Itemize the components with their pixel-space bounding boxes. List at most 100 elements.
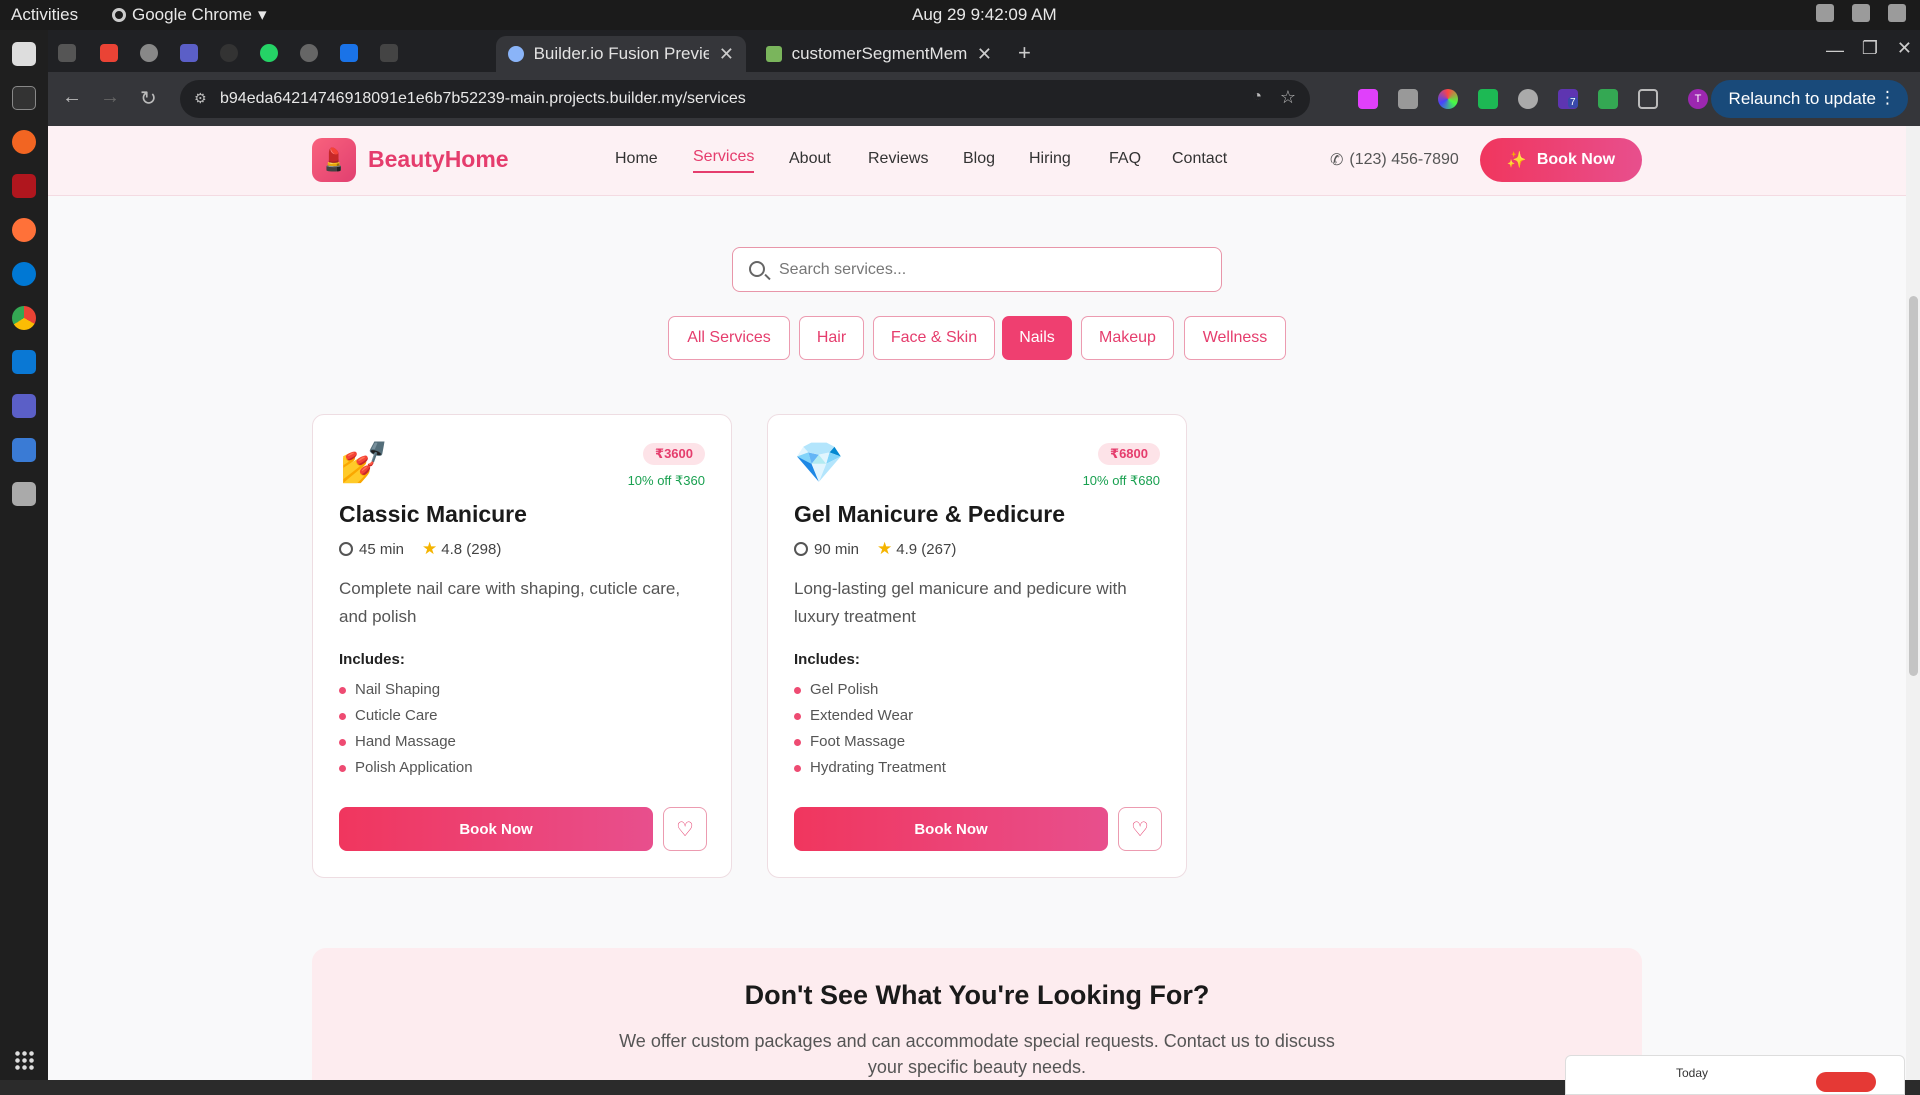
pinned-tab[interactable] — [300, 44, 318, 62]
power-icon[interactable] — [1888, 4, 1906, 22]
close-icon[interactable]: ✕ — [719, 44, 734, 65]
forward-icon[interactable]: → — [100, 86, 120, 109]
tab-favicon — [508, 46, 524, 62]
back-icon[interactable]: ← — [62, 86, 82, 109]
color-extension-icon[interactable] — [1438, 89, 1458, 109]
heart-icon[interactable]: ♡ — [1118, 807, 1162, 851]
nav-home[interactable]: Home — [615, 150, 658, 168]
duration: 90 min — [794, 541, 859, 558]
book-now-button[interactable]: Book Now — [794, 807, 1108, 851]
skype-icon[interactable] — [12, 262, 36, 286]
filter-wellness[interactable]: Wellness — [1184, 316, 1286, 360]
discount-text: 10% off ₹680 — [1082, 473, 1160, 488]
profile-avatar[interactable]: T — [1688, 89, 1708, 109]
nav-hiring[interactable]: Hiring — [1029, 150, 1071, 168]
close-window-icon[interactable]: ✕ — [1897, 38, 1912, 59]
activities-button[interactable]: Activities — [11, 5, 78, 25]
clock[interactable]: Aug 29 9:42:09 AM — [912, 5, 1057, 25]
service-meta: 45 min ★ 4.8 (298) — [339, 539, 501, 559]
camera-extension-icon[interactable] — [1398, 89, 1418, 109]
pinned-tab-whatsapp[interactable] — [260, 44, 278, 62]
service-description: Long-lasting gel manicure and pedicure w… — [794, 579, 1127, 626]
files-icon[interactable] — [12, 42, 36, 66]
star-icon: ★ — [877, 539, 893, 558]
site-info-icon[interactable]: ⚙ — [194, 90, 207, 107]
teams-icon[interactable] — [12, 394, 36, 418]
vscode-icon[interactable] — [12, 350, 36, 374]
includes-list: Gel Polish Extended Wear Foot Massage Hy… — [794, 681, 946, 785]
notification-popup[interactable]: Today — [1565, 1055, 1905, 1095]
more-menu-icon[interactable]: ⋮ — [1879, 88, 1896, 108]
extension-icon[interactable] — [1358, 89, 1378, 109]
book-now-button[interactable]: Book Now — [339, 807, 653, 851]
filter-hair[interactable]: Hair — [799, 316, 864, 360]
new-tab-icon[interactable]: + — [1018, 40, 1031, 66]
extension-icon[interactable] — [1478, 89, 1498, 109]
chrome-dock-icon[interactable] — [12, 306, 36, 330]
pinned-tab-docs[interactable] — [340, 44, 358, 62]
filter-all-services[interactable]: All Services — [668, 316, 790, 360]
nav-reviews[interactable]: Reviews — [868, 150, 928, 168]
pinned-tab[interactable] — [220, 44, 238, 62]
extensions-puzzle-icon[interactable] — [1638, 89, 1658, 109]
app-menu[interactable]: Google Chrome ▾ — [112, 5, 267, 25]
show-apps-icon[interactable] — [14, 1050, 34, 1070]
popup-action[interactable] — [1816, 1072, 1876, 1092]
relaunch-button[interactable]: Relaunch to update ⋮ — [1710, 80, 1908, 118]
filter-nails[interactable]: Nails — [1002, 316, 1072, 360]
price-badge: ₹6800 — [1098, 443, 1160, 465]
network-icon[interactable] — [1816, 4, 1834, 22]
scrollbar-thumb[interactable] — [1909, 296, 1918, 676]
close-icon[interactable]: ✕ — [977, 44, 992, 65]
search-services-input[interactable]: Search services... — [732, 247, 1222, 292]
tab-favicon — [766, 46, 782, 62]
terminal-icon[interactable] — [12, 86, 36, 110]
filezilla-icon[interactable] — [12, 174, 36, 198]
reload-icon[interactable]: ↻ — [140, 86, 157, 111]
maximize-icon[interactable]: ❐ — [1862, 38, 1878, 59]
chevron-down-icon: ▾ — [258, 5, 267, 24]
duration-text: 45 min — [359, 540, 405, 558]
nav-about[interactable]: About — [789, 150, 831, 168]
tab-builder-preview[interactable]: Builder.io Fusion Previev ✕ — [496, 36, 746, 72]
tab-customer-segment[interactable]: customerSegmentMemb ✕ — [754, 36, 1004, 72]
minimize-icon[interactable]: — — [1826, 40, 1844, 61]
extension-icon[interactable]: 7 — [1558, 89, 1578, 109]
tab-search-icon[interactable] — [58, 44, 76, 62]
popup-label: Today — [1676, 1066, 1709, 1080]
firefox-icon[interactable] — [12, 218, 36, 242]
filter-makeup[interactable]: Makeup — [1081, 316, 1174, 360]
bookmark-star-icon[interactable]: ☆ — [1280, 87, 1296, 108]
browser-window: Builder.io Fusion Previev ✕ customerSegm… — [48, 30, 1920, 126]
nav-services[interactable]: Services — [693, 148, 755, 173]
page-viewport: 💄 BeautyHome Home Services About Reviews… — [48, 126, 1920, 1080]
text-editor-icon[interactable] — [12, 438, 36, 462]
header-book-now-button[interactable]: ✨ Book Now — [1480, 138, 1642, 182]
pinned-tab[interactable] — [380, 44, 398, 62]
pinned-tab-teams[interactable] — [180, 44, 198, 62]
list-item: Foot Massage — [794, 733, 946, 759]
nav-blog[interactable]: Blog — [963, 150, 995, 168]
chrome-icon — [112, 8, 126, 22]
openai-extension-icon[interactable] — [1518, 89, 1538, 109]
performance-icon[interactable]: ◔ — [1252, 88, 1262, 106]
address-bar[interactable]: ⚙ b94eda64214746918091e1e6b7b52239-main.… — [180, 80, 1310, 118]
postman-icon[interactable] — [12, 130, 36, 154]
dock — [0, 30, 48, 1080]
service-meta: 90 min ★ 4.9 (267) — [794, 539, 956, 559]
pinned-tab-gmail[interactable] — [100, 44, 118, 62]
pinned-tab[interactable] — [140, 44, 158, 62]
search-extension-icon[interactable] — [1598, 89, 1618, 109]
heart-icon[interactable]: ♡ — [663, 807, 707, 851]
volume-icon[interactable] — [1852, 4, 1870, 22]
system-tray[interactable] — [1816, 4, 1906, 22]
nav-faq[interactable]: FAQ — [1109, 150, 1141, 168]
app-icon[interactable] — [12, 482, 36, 506]
phone-link[interactable]: ✆ (123) 456-7890 — [1330, 150, 1459, 170]
brand-name[interactable]: BeautyHome — [368, 146, 509, 173]
service-title: Classic Manicure — [339, 501, 527, 527]
page-scrollbar[interactable] — [1906, 126, 1920, 1080]
filter-face-skin[interactable]: Face & Skin — [873, 316, 995, 360]
nav-contact[interactable]: Contact — [1172, 150, 1227, 168]
lipstick-logo-icon[interactable]: 💄 — [312, 138, 356, 182]
